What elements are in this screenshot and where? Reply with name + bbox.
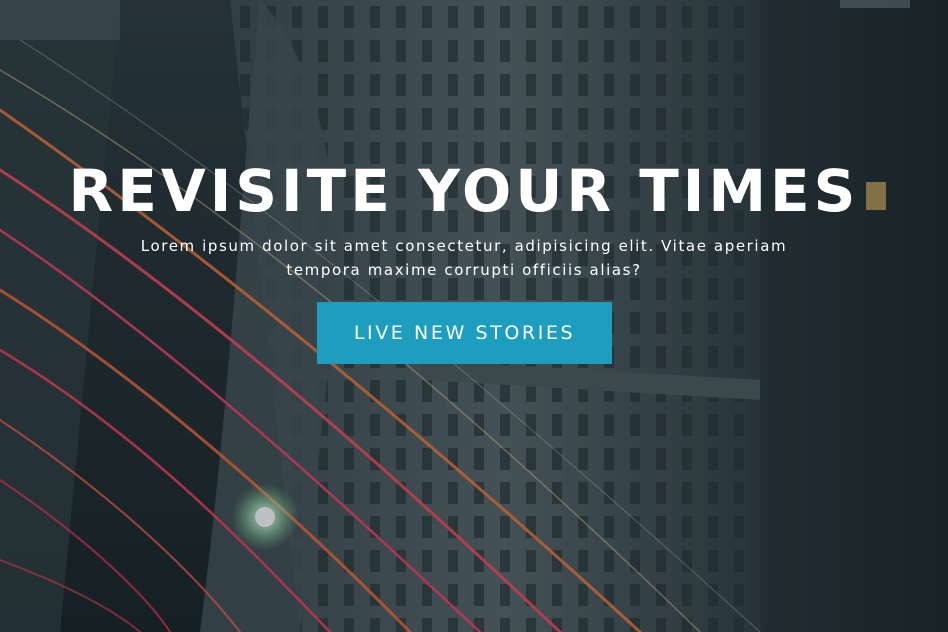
hero-content: REVISITE YOUR TIMES Lorem ipsum dolor si… bbox=[0, 0, 948, 632]
hero-title: REVISITE YOUR TIMES bbox=[68, 157, 860, 225]
hero-subtitle: Lorem ipsum dolor sit amet consectetur, … bbox=[140, 237, 788, 279]
live-new-stories-button[interactable]: LIVE NEW STORIES bbox=[317, 302, 612, 364]
hero-section: REVISITE YOUR TIMES Lorem ipsum dolor si… bbox=[0, 0, 948, 632]
